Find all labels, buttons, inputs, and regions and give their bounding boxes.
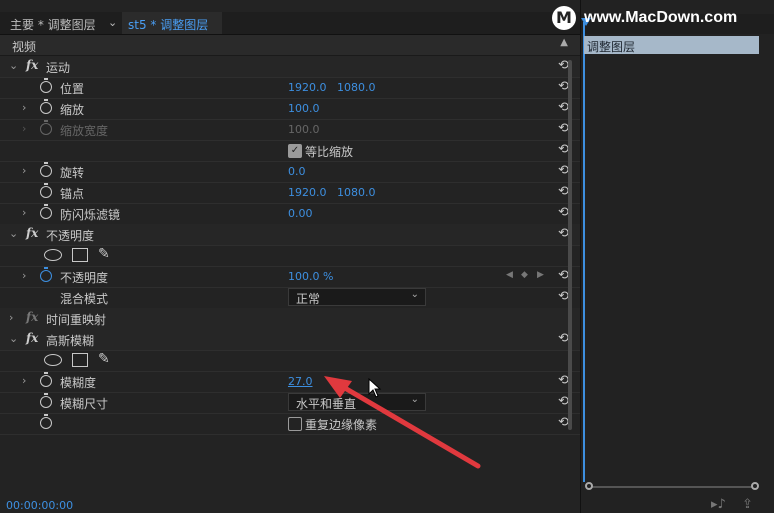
mouse-cursor-icon [368, 378, 382, 398]
annotation-arrow [324, 376, 481, 469]
